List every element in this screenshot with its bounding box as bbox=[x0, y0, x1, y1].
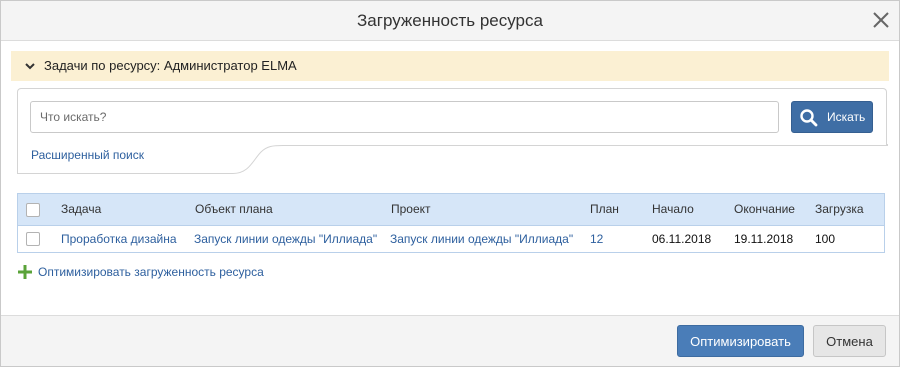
table-header: Задача Объект плана Проект План Начало О… bbox=[18, 194, 884, 226]
task-link[interactable]: Проработка дизайна bbox=[61, 226, 177, 252]
dialog-titlebar: Загруженность ресурса bbox=[1, 1, 899, 41]
row-checkbox[interactable] bbox=[26, 232, 40, 246]
table-row[interactable]: Проработка дизайна Запуск линии одежды "… bbox=[18, 226, 884, 252]
section-title: Задачи по ресурсу: Администратор ELMA bbox=[44, 58, 297, 73]
search-tab-outline bbox=[17, 144, 888, 174]
end-date: 19.11.2018 bbox=[734, 232, 794, 246]
start-date: 06.11.2018 bbox=[652, 232, 712, 246]
plan-object-link[interactable]: Запуск линии одежды "Иллиада" bbox=[194, 226, 377, 252]
advanced-search-link[interactable]: Расширенный поиск bbox=[31, 148, 144, 162]
tasks-table: Задача Объект плана Проект План Начало О… bbox=[17, 193, 885, 253]
chevron-down-icon bbox=[25, 63, 35, 70]
cancel-button[interactable]: Отмена bbox=[813, 325, 886, 357]
select-all-checkbox[interactable] bbox=[26, 203, 40, 217]
column-header-plan-object[interactable]: Объект плана bbox=[195, 194, 273, 225]
section-header[interactable]: Задачи по ресурсу: Администратор ELMA bbox=[11, 51, 889, 81]
optimize-button[interactable]: Оптимизировать bbox=[677, 325, 804, 357]
plus-icon bbox=[18, 265, 32, 279]
close-icon[interactable] bbox=[870, 9, 892, 31]
project-link[interactable]: Запуск линии одежды "Иллиада" bbox=[390, 226, 573, 252]
search-button[interactable]: Искать bbox=[791, 101, 873, 133]
dialog-title: Загруженность ресурса bbox=[357, 11, 543, 30]
search-button-label: Искать bbox=[827, 110, 866, 124]
load-value: 100 bbox=[815, 232, 836, 246]
resource-load-dialog: Загруженность ресурса Задачи по ресурсу:… bbox=[0, 0, 900, 367]
column-header-end[interactable]: Окончание bbox=[734, 194, 795, 225]
search-input[interactable] bbox=[30, 101, 779, 133]
optimize-load-label: Оптимизировать загруженность ресурса bbox=[38, 265, 264, 279]
column-header-load[interactable]: Загрузка bbox=[815, 194, 864, 225]
column-header-project[interactable]: Проект bbox=[391, 194, 431, 225]
column-header-plan[interactable]: План bbox=[590, 194, 619, 225]
plan-link[interactable]: 12 bbox=[590, 226, 603, 252]
search-icon bbox=[800, 109, 818, 127]
column-header-start[interactable]: Начало bbox=[652, 194, 694, 225]
column-header-task[interactable]: Задача bbox=[61, 194, 101, 225]
